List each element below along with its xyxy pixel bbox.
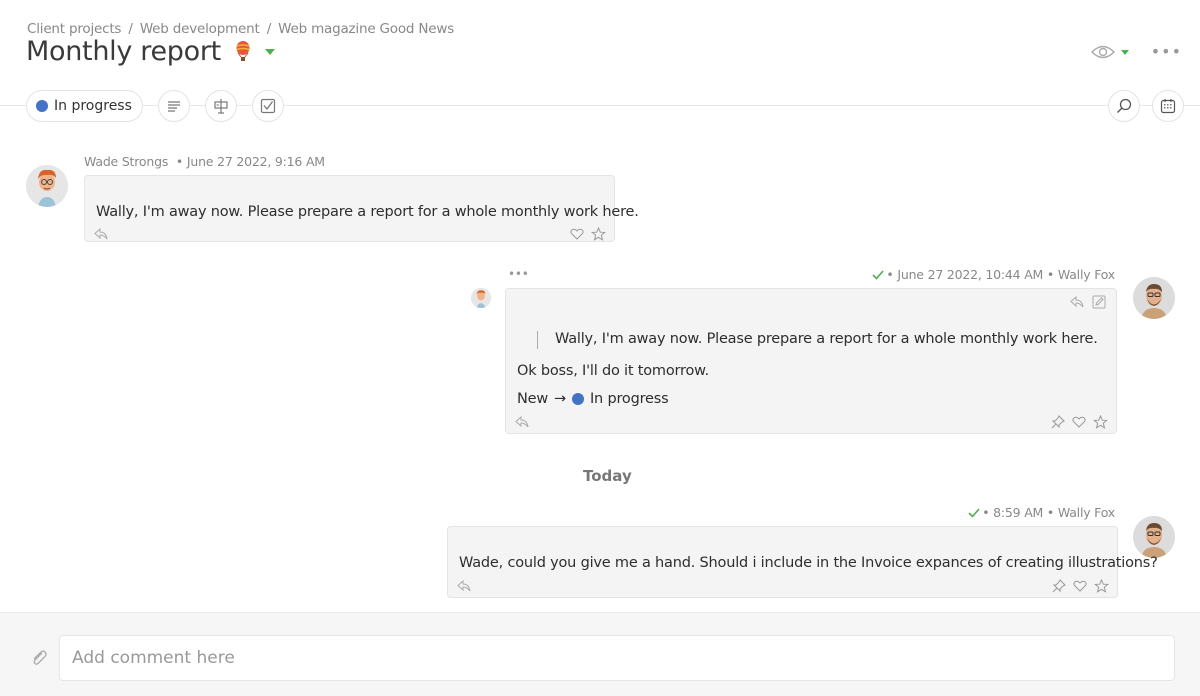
breadcrumb-separator: /	[128, 21, 133, 37]
calendar-icon	[1160, 99, 1176, 114]
checklist-icon	[260, 98, 275, 114]
pin-icon	[1052, 579, 1066, 593]
avatar-wally-fox[interactable]	[1133, 516, 1175, 558]
quote-bar	[537, 331, 538, 349]
message-text: Wade, could you give me a hand. Should i…	[459, 555, 1158, 571]
avatar-wade-strongs[interactable]	[26, 165, 68, 207]
message-text: Ok boss, I'll do it tomorrow.	[517, 363, 709, 379]
star-icon	[590, 227, 606, 241]
reply-icon	[1070, 296, 1084, 308]
status-button[interactable]: In progress	[26, 90, 143, 122]
paperclip-icon	[33, 650, 47, 665]
reply-button[interactable]	[1069, 295, 1085, 309]
like-button[interactable]	[569, 227, 585, 241]
message-bubble: Wally, I'm away now. Please prepare a re…	[505, 288, 1117, 434]
watch-button[interactable]	[1090, 44, 1129, 60]
attach-button[interactable]	[30, 649, 48, 671]
edit-button[interactable]	[1091, 294, 1107, 310]
toolbar: In progress	[26, 90, 284, 122]
favorite-button[interactable]	[1092, 414, 1108, 430]
heart-icon	[570, 228, 584, 240]
message-timestamp-author: • June 27 2022, 10:44 AM • Wally Fox	[886, 267, 1115, 282]
header-actions: •••	[1090, 44, 1182, 60]
star-icon	[1093, 579, 1109, 593]
comment-composer	[0, 612, 1200, 696]
eye-icon	[1090, 45, 1115, 59]
message-meta: • 8:59 AM • Wally Fox	[968, 505, 1115, 520]
message-bubble: Wally, I'm away now. Please prepare a re…	[84, 175, 639, 242]
heart-icon	[1073, 580, 1087, 592]
calendar-button[interactable]	[1152, 90, 1184, 122]
message-meta: Wade Strongs • June 27 2022, 9:16 AM	[84, 154, 325, 169]
star-icon	[1092, 415, 1108, 429]
comment-input[interactable]	[59, 635, 1175, 681]
edit-icon	[1092, 295, 1106, 309]
checklist-button[interactable]	[251, 90, 284, 122]
favorite-button[interactable]	[590, 226, 606, 242]
like-button[interactable]	[1072, 579, 1088, 593]
reply-button[interactable]	[514, 415, 530, 429]
pin-button[interactable]	[1050, 414, 1066, 430]
status-from: New	[517, 391, 549, 407]
reply-button[interactable]	[93, 227, 109, 241]
hot-air-balloon-icon[interactable]	[235, 40, 251, 63]
description-button[interactable]	[157, 90, 190, 122]
favorite-button[interactable]	[1093, 578, 1109, 594]
title-row: Monthly report	[26, 36, 275, 67]
breadcrumb-item-web-magazine[interactable]: Web magazine Good News	[278, 21, 454, 37]
pin-icon	[1051, 415, 1065, 429]
status-to: In progress	[589, 391, 669, 407]
message-timestamp-author: • 8:59 AM • Wally Fox	[982, 505, 1115, 520]
message-more-button[interactable]: •••	[508, 267, 529, 281]
pin-button[interactable]	[1051, 578, 1067, 594]
message-meta: • June 27 2022, 10:44 AM • Wally Fox	[872, 267, 1115, 282]
status-arrow: →	[554, 391, 566, 407]
heart-icon	[1072, 416, 1086, 428]
status-label: In progress	[54, 98, 132, 114]
search-icon	[1117, 98, 1132, 113]
read-check-icon	[872, 269, 885, 280]
avatar-reply-context-wade	[471, 288, 491, 308]
status-dot-icon	[571, 393, 584, 405]
message-bubble: Wade, could you give me a hand. Should i…	[447, 526, 1158, 598]
reply-icon	[457, 580, 471, 592]
chevron-down-icon	[1120, 49, 1129, 55]
breadcrumb-separator: /	[266, 21, 272, 37]
read-check-icon	[968, 507, 980, 518]
search-button[interactable]	[1108, 90, 1140, 122]
description-icon	[167, 101, 180, 112]
breadcrumb-item-client-projects[interactable]: Client projects	[27, 21, 121, 37]
avatar-wally-fox[interactable]	[1133, 277, 1175, 319]
reply-icon	[515, 416, 529, 428]
status-change: New → In progress	[517, 391, 669, 407]
reply-icon	[94, 228, 108, 240]
breadcrumb-item-web-development[interactable]: Web development	[140, 21, 260, 37]
more-dots-icon[interactable]: •••	[1151, 44, 1182, 60]
message-text: Wally, I'm away now. Please prepare a re…	[96, 204, 639, 220]
page-title: Monthly report	[26, 36, 221, 67]
toolbar-right	[1108, 90, 1184, 122]
quoted-text: Wally, I'm away now. Please prepare a re…	[555, 331, 1098, 347]
message-timestamp: • June 27 2022, 9:16 AM	[175, 154, 325, 169]
message-author[interactable]: Wade Strongs	[84, 154, 168, 169]
day-separator: Today	[583, 467, 632, 485]
reply-button[interactable]	[456, 579, 472, 593]
status-dot-icon	[36, 100, 48, 112]
like-button[interactable]	[1071, 415, 1087, 429]
title-dropdown-caret-icon[interactable]	[264, 48, 275, 55]
signpost-button[interactable]	[204, 90, 237, 122]
signpost-icon	[214, 99, 228, 114]
breadcrumb: Client projects / Web development / Web …	[27, 21, 454, 37]
